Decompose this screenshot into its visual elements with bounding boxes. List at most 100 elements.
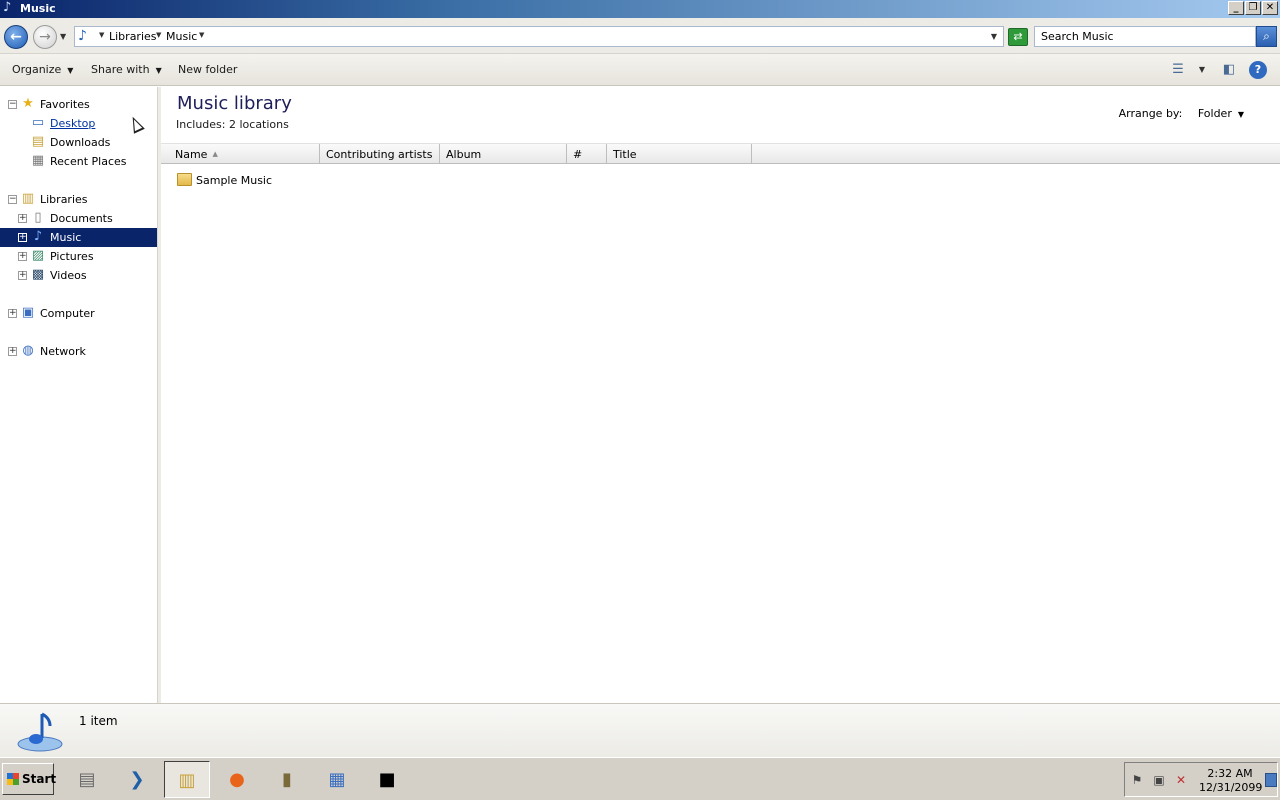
column-track-number[interactable]: # (567, 144, 607, 164)
videos-icon: ▩ (31, 267, 45, 282)
control-panel-icon[interactable]: ▦ (314, 761, 360, 798)
arrange-by-label: Arrange by: (1118, 107, 1183, 120)
organize-label: Organize (12, 63, 62, 76)
locations-link[interactable]: 2 locations (229, 118, 289, 131)
expand-icon[interactable]: + (8, 347, 17, 356)
nav-libraries[interactable]: − ▥ Libraries (0, 190, 157, 209)
address-bar[interactable]: ♪ ▼ Libraries ▼ Music ▼ ▼ (74, 26, 1004, 47)
column-header-row: Name ▲ Contributing artists Album # Title (161, 143, 1280, 164)
expand-icon[interactable]: + (18, 252, 27, 261)
title-bar: ♪ Music _ ❐ ✕ (0, 0, 1280, 18)
library-includes: Includes: 2 locations (176, 118, 289, 131)
preview-pane-icon[interactable]: ◧ (1220, 61, 1238, 79)
nav-item-downloads[interactable]: ▤ Downloads (0, 133, 157, 152)
music-icon: ♪ (33, 229, 43, 244)
clock[interactable]: 2:32 AM 12/31/2099 (1199, 767, 1263, 795)
star-icon: ★ (22, 96, 34, 111)
server-manager-icon[interactable]: ▤ (64, 761, 110, 798)
share-with-button[interactable]: Share with ▼ (91, 63, 162, 76)
help-icon[interactable]: ? (1249, 61, 1267, 79)
item-name: Sample Music (196, 174, 273, 187)
search-input[interactable]: Search Music (1034, 26, 1256, 47)
taskbar: Start ▤ ❯ ▥ ● ▮ ▦ ■ ⚑ ▣ ✕ 2:32 AM 12/31/… (0, 757, 1280, 800)
close-button[interactable]: ✕ (1262, 1, 1278, 15)
breadcrumb-root-chevron[interactable]: ▼ (99, 31, 104, 39)
nav-item-pictures[interactable]: + ▨ Pictures (0, 247, 157, 266)
window-title: Music (20, 2, 56, 15)
expand-icon[interactable]: + (18, 233, 27, 242)
volume-muted-icon[interactable]: ✕ (1173, 772, 1189, 788)
action-center-flag-icon[interactable]: ⚑ (1129, 772, 1145, 788)
libraries-icon: ▥ (21, 191, 35, 206)
nav-item-music[interactable]: + ♪ Music (0, 228, 157, 247)
view-options-dropdown-icon[interactable]: ▼ (1193, 61, 1211, 79)
arrange-by-value: Folder (1197, 107, 1232, 120)
organize-button[interactable]: Organize ▼ (12, 63, 73, 76)
sort-ascending-icon: ▲ (212, 150, 218, 158)
column-name[interactable]: Name ▲ (161, 144, 320, 164)
breadcrumb-libraries-chevron[interactable]: ▼ (156, 31, 161, 39)
expand-icon[interactable]: + (18, 271, 27, 280)
recent-places-icon: ▦ (31, 153, 45, 168)
nav-item-videos[interactable]: + ▩ Videos (0, 266, 157, 285)
restore-button[interactable]: ❐ (1245, 1, 1261, 15)
nav-computer-label: Computer (40, 307, 95, 320)
nav-item-documents[interactable]: + ▯ Documents (0, 209, 157, 228)
nav-item-label: Downloads (50, 136, 111, 149)
nav-item-recent-places[interactable]: ▦ Recent Places (0, 152, 157, 171)
chevron-down-icon: ▼ (1237, 110, 1244, 119)
nav-computer[interactable]: + ▣ Computer (0, 304, 157, 323)
windows-logo-icon (7, 773, 19, 785)
list-item[interactable]: Sample Music (177, 171, 337, 191)
breadcrumb-music[interactable]: Music (166, 30, 197, 43)
details-pane: 1 item (0, 703, 1280, 757)
arrange-by-dropdown[interactable]: Folder ▼ (1198, 107, 1244, 120)
command-prompt-icon[interactable]: ■ (364, 761, 410, 798)
column-album[interactable]: Album (440, 144, 567, 164)
network-status-icon[interactable]: ▣ (1151, 772, 1167, 788)
change-view-icon[interactable]: ☰ (1169, 61, 1187, 79)
music-library-icon: ♪ (78, 28, 87, 44)
search-icon[interactable]: ⌕ (1256, 26, 1277, 47)
start-button[interactable]: Start (2, 763, 57, 795)
network-icon: ◍ (22, 343, 34, 358)
recent-pages-dropdown-icon[interactable]: ▼ (60, 32, 66, 41)
page-title: Music library (177, 93, 292, 114)
forward-button[interactable]: → (33, 25, 57, 49)
system-tray: ⚑ ▣ ✕ 2:32 AM 12/31/2099 (1124, 762, 1278, 797)
show-desktop-button[interactable] (1265, 773, 1277, 787)
nav-network[interactable]: + ◍ Network (0, 342, 157, 361)
archive-tool-icon[interactable]: ▮ (264, 761, 310, 798)
column-title[interactable]: Title (607, 144, 752, 164)
start-label: Start (22, 772, 57, 786)
new-folder-button[interactable]: New folder (178, 63, 237, 76)
nav-item-label: Music (50, 231, 82, 244)
powershell-icon[interactable]: ❯ (114, 761, 160, 798)
nav-favorites-label: Favorites (40, 98, 90, 111)
refresh-button[interactable]: ⇄ (1008, 28, 1028, 46)
music-library-large-icon (17, 712, 63, 752)
nav-favorites[interactable]: − ★ Favorites (0, 95, 157, 114)
chevron-down-icon: ▼ (155, 66, 162, 75)
back-button[interactable]: ← (4, 25, 28, 49)
column-contributing-artists[interactable]: Contributing artists (320, 144, 440, 164)
includes-label: Includes: (176, 118, 226, 131)
file-explorer-icon[interactable]: ▥ (164, 761, 210, 798)
nav-item-label: Recent Places (50, 155, 127, 168)
breadcrumb-music-chevron[interactable]: ▼ (199, 31, 204, 39)
expand-icon[interactable]: + (18, 214, 27, 223)
clock-date: 12/31/2099 (1199, 781, 1263, 794)
command-bar: Organize ▼ Share with ▼ New folder ☰ ▼ ◧ ? (0, 54, 1280, 86)
music-note-icon: ♪ (3, 0, 12, 15)
breadcrumb-libraries[interactable]: Libraries (109, 30, 157, 43)
clock-time: 2:32 AM (1207, 767, 1253, 780)
expand-icon[interactable]: + (8, 309, 17, 318)
address-history-dropdown-icon[interactable]: ▼ (991, 32, 997, 41)
firefox-icon[interactable]: ● (214, 761, 260, 798)
chevron-down-icon: ▼ (67, 66, 74, 75)
collapse-icon[interactable]: − (8, 100, 17, 109)
item-count: 1 item (79, 714, 118, 728)
collapse-icon[interactable]: − (8, 195, 17, 204)
address-toolbar: ← → ▼ ♪ ▼ Libraries ▼ Music ▼ ▼ ⇄ Search… (0, 18, 1280, 54)
minimize-button[interactable]: _ (1228, 1, 1244, 15)
